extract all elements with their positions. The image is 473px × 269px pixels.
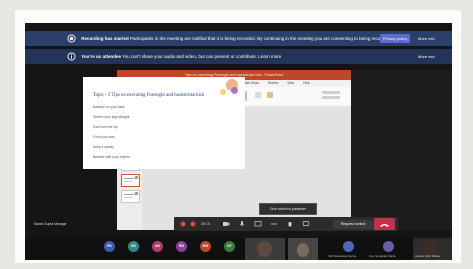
menu-slideshow: Slide Show [242, 81, 259, 85]
privacy-policy-button[interactable]: Privacy policy [380, 34, 410, 43]
recording-banner: Recording has started Participants in th… [25, 31, 452, 46]
attendee-title: You're an attendee [81, 54, 122, 60]
slide-bullet-1: Balance on your back [93, 105, 125, 109]
meeting-screen: Recording has started Participants in th… [25, 23, 452, 260]
recording-title: Recording has started [81, 36, 129, 42]
menu-help: Help [303, 81, 310, 85]
hang-up-button[interactable] [374, 218, 395, 230]
participant-avatar-3[interactable]: AK [152, 241, 163, 252]
participant-label-7: Vidi Devanaga Sarsa [328, 254, 357, 258]
meeting-window-frame: Recording has started Participants in th… [15, 10, 461, 263]
request-control-button[interactable]: Request control [333, 220, 373, 229]
shared-screen-background [351, 70, 452, 230]
participant-video-2[interactable] [288, 238, 318, 260]
participant-video-1[interactable] [245, 238, 285, 260]
decor-blob-purple [231, 87, 238, 94]
slide-bullet-4: Point your toes [93, 135, 115, 139]
chat-icon[interactable] [302, 220, 310, 228]
menu-review: Review [267, 81, 279, 85]
participant-label-8: Anu Senapati Sarsa [369, 254, 396, 258]
meeting-timer: 35:15 [201, 222, 210, 226]
participant-strip: PK SS AK RD MG NT Vidi Devanaga Sarsa An… [25, 238, 452, 260]
participant-avatar-4[interactable]: RD [176, 241, 187, 252]
participant-avatar-5[interactable]: MG [200, 241, 211, 252]
styles-icon [267, 92, 273, 98]
decor-blob-yellow [220, 89, 226, 95]
control-tooltip: Give control to presenter [259, 203, 317, 215]
slide-bullet-3: Kick from the hip [93, 125, 118, 129]
participant-avatar-7[interactable] [343, 241, 354, 252]
participant-avatar-6[interactable]: NT [224, 241, 235, 252]
slide-bullet-5: Keep it steady [93, 145, 114, 149]
raise-hand-icon[interactable] [286, 220, 294, 228]
attendee-banner: You're an attendee You can't share your … [25, 49, 452, 64]
slide-thumb-6[interactable] [121, 190, 140, 203]
current-slide: Topic - 5 Tips on executing Foresight an… [83, 77, 245, 169]
replace-icon [322, 96, 340, 99]
share-screen-icon[interactable] [254, 220, 262, 228]
microphone-icon[interactable] [238, 220, 246, 228]
participant-avatar-2[interactable]: SS [128, 241, 139, 252]
participant-label-9: Anana Vipin Sarsa [415, 254, 440, 258]
record-icon [67, 34, 76, 43]
record-indicator-icon [180, 221, 186, 227]
more-options-icon[interactable] [270, 220, 278, 228]
person-head [257, 241, 272, 257]
recording-more-button[interactable]: More info [418, 31, 435, 46]
info-icon [67, 52, 76, 61]
hang-up-icon [380, 224, 389, 227]
attendee-text: You can't share your audio and video, bu… [122, 54, 282, 60]
camera-icon[interactable] [222, 220, 230, 228]
recording-text: Participants in the meeting are notified… [130, 36, 391, 42]
menu-view: View [287, 81, 295, 85]
slide-bullet-6: Breathe with your rhythm [93, 155, 130, 159]
participant-avatar-8[interactable] [383, 241, 394, 252]
slide-title: Topic - 5 Tips on executing Foresight an… [93, 93, 205, 98]
slide-bullet-2: Stretch your legs straight [93, 115, 130, 119]
live-indicator-icon [190, 221, 196, 227]
person-head [297, 243, 309, 257]
participant-avatar-1[interactable]: PK [104, 241, 115, 252]
arrange-icon [255, 92, 261, 98]
slide-thumb-5[interactable] [121, 174, 140, 187]
presenter-name: Mansi Gupta Manage [34, 222, 67, 226]
attendee-more-button[interactable]: More info [418, 49, 435, 64]
find-icon [322, 91, 340, 94]
